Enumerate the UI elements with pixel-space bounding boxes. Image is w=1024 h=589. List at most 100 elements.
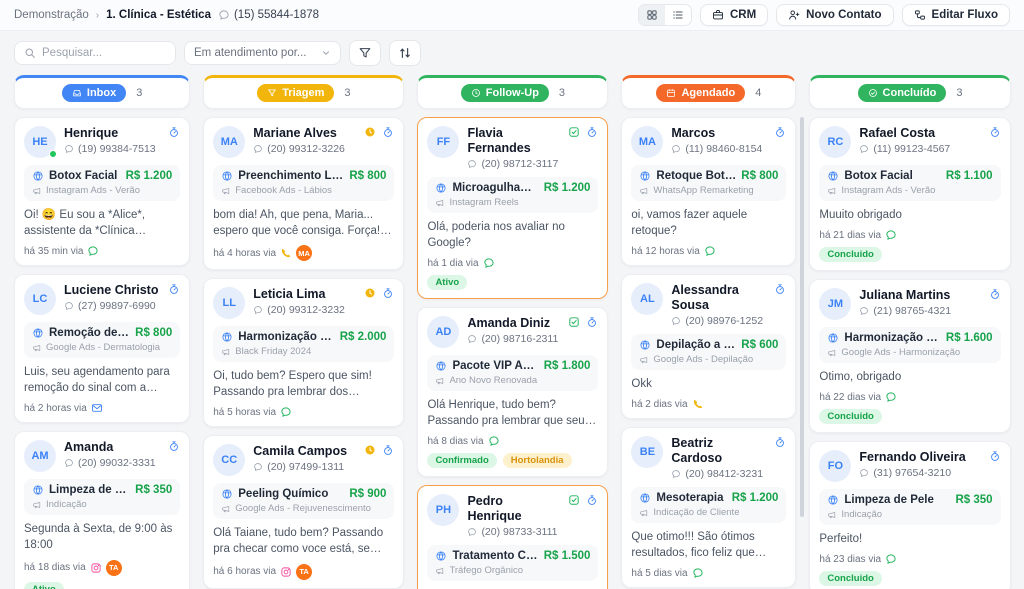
contact-phone-number: (20) 97499-1311 bbox=[267, 461, 344, 473]
column-header-inbox[interactable]: Inbox3 bbox=[14, 75, 190, 109]
contact-info: Luciene Christo(27) 99897-6990 bbox=[64, 283, 160, 312]
stopwatch-icon[interactable] bbox=[382, 444, 394, 456]
contact-card-fernando-oliveira[interactable]: FOFernando Oliveira(31) 97654-3210Limpez… bbox=[809, 441, 1010, 589]
attendant-filter-select[interactable]: Em atendimento por... bbox=[184, 41, 341, 65]
contact-card-flavia-fernandes[interactable]: FFFlavia Fernandes(20) 98712-3117Microag… bbox=[417, 117, 608, 299]
service-price: R$ 800 bbox=[135, 327, 172, 339]
chat-icon bbox=[859, 468, 869, 478]
stopwatch-icon[interactable] bbox=[774, 126, 786, 138]
checkbox-icon[interactable] bbox=[568, 126, 580, 138]
novo-contato-button[interactable]: Novo Contato bbox=[776, 4, 893, 26]
card-footer: há 2 dias via bbox=[631, 398, 786, 410]
contact-card-luciene-christo[interactable]: LCLuciene Christo(27) 99897-6990Remoção … bbox=[14, 274, 190, 423]
stopwatch-icon[interactable] bbox=[382, 287, 394, 299]
search-input[interactable] bbox=[42, 47, 166, 59]
contact-phone: (20) 98976-1252 bbox=[671, 315, 766, 327]
contact-card-alessandra-sousa[interactable]: ALAlessandra Sousa(20) 98976-1252Depilaç… bbox=[621, 274, 796, 419]
lead-source-label: Indicação de Cliente bbox=[653, 507, 739, 518]
list-view-button[interactable] bbox=[665, 5, 691, 25]
lead-source-label: Black Friday 2024 bbox=[235, 346, 311, 357]
contact-phone: (20) 99312-3232 bbox=[253, 304, 356, 316]
contact-card-pedro-henrique[interactable]: PHPedro Henrique(20) 98733-3111Tratament… bbox=[417, 485, 608, 589]
lead-source: Instagram Reels bbox=[435, 197, 590, 208]
stopwatch-icon[interactable] bbox=[586, 494, 598, 506]
checkbox-icon[interactable] bbox=[568, 494, 580, 506]
filter-button[interactable] bbox=[349, 40, 381, 66]
clock-icon[interactable] bbox=[364, 287, 376, 299]
tag-list: ConfirmadoHortolandia bbox=[427, 453, 598, 468]
clock-icon[interactable] bbox=[364, 126, 376, 138]
instagram-icon bbox=[90, 562, 102, 574]
megaphone-icon bbox=[639, 355, 649, 365]
stopwatch-icon[interactable] bbox=[989, 288, 1001, 300]
breadcrumb-root[interactable]: Demonstração bbox=[14, 9, 89, 21]
stopwatch-icon[interactable] bbox=[168, 126, 180, 138]
sort-button[interactable] bbox=[389, 40, 421, 66]
contact-card-rafael-costa[interactable]: RCRafael Costa(11) 99123-4567Botox Facia… bbox=[809, 117, 1010, 271]
contact-card-marcos[interactable]: MAMarcos(11) 98460-8154Retoque BotoxR$ 8… bbox=[621, 117, 796, 266]
avatar: PH bbox=[427, 494, 459, 526]
lead-source-label: WhatsApp Remarketing bbox=[653, 185, 753, 196]
service-box: Peeling QuímicoR$ 900Google Ads - Rejuve… bbox=[213, 483, 394, 519]
lead-source-label: Instagram Ads - Verão bbox=[46, 185, 140, 196]
contact-card-mariane-alves[interactable]: MAMariane Alves(20) 99312-3226Preenchime… bbox=[203, 117, 404, 270]
funnel-icon bbox=[358, 46, 372, 60]
chat-icon bbox=[671, 316, 681, 326]
contact-card-leticia-lima[interactable]: LLLeticia Lima(20) 99312-3232Harmonizaçã… bbox=[203, 278, 404, 427]
search-box[interactable] bbox=[14, 41, 176, 65]
contact-card-henrique[interactable]: HEHenrique(19) 99384-7513Botox FacialR$ … bbox=[14, 117, 190, 266]
card-header: HEHenrique(19) 99384-7513 bbox=[24, 126, 180, 158]
contact-card-amanda-diniz[interactable]: ADAmanda Diniz(20) 98716-2311Pacote VIP … bbox=[417, 307, 608, 477]
avatar: HE bbox=[24, 126, 56, 158]
tag-list: Ativo bbox=[427, 275, 598, 290]
card-footer: há 35 min via bbox=[24, 245, 180, 257]
kanban-view-button[interactable] bbox=[639, 5, 665, 25]
stopwatch-icon[interactable] bbox=[774, 436, 786, 448]
checkbox-icon[interactable] bbox=[568, 316, 580, 328]
column-header-concluido[interactable]: Concluído3 bbox=[809, 75, 1010, 109]
lead-source: Facebook Ads - Lábios bbox=[221, 185, 386, 196]
service-box: Retoque BotoxR$ 800WhatsApp Remarketing bbox=[631, 165, 786, 201]
service-price: R$ 1.200 bbox=[544, 182, 591, 194]
contact-card-camila-campos[interactable]: CCCamila Campos(20) 97499-1311Peeling Qu… bbox=[203, 435, 404, 588]
column-scrollbar[interactable] bbox=[800, 117, 804, 517]
column-header-triagem[interactable]: Triagem3 bbox=[203, 75, 404, 109]
editar-fluxo-button[interactable]: Editar Fluxo bbox=[902, 4, 1010, 26]
avatar: AM bbox=[24, 440, 56, 472]
stopwatch-icon[interactable] bbox=[989, 126, 1001, 138]
contact-card-juliana-martins[interactable]: JMJuliana Martins(21) 98765-4321Harmoniz… bbox=[809, 279, 1010, 433]
card-action-icons bbox=[989, 126, 1001, 138]
contact-card-amanda[interactable]: AMAmanda(20) 99032-3331Limpeza de PeleR$… bbox=[14, 431, 190, 589]
service-box: MesoterapiaR$ 1.200Indicação de Cliente bbox=[631, 487, 786, 523]
stopwatch-icon[interactable] bbox=[586, 126, 598, 138]
chat-icon bbox=[488, 435, 500, 447]
megaphone-icon bbox=[435, 198, 445, 208]
contact-card-beatriz-cardoso[interactable]: BEBeatriz Cardoso(20) 98412-3231Mesotera… bbox=[621, 427, 796, 588]
stopwatch-icon[interactable] bbox=[774, 283, 786, 295]
chat-icon bbox=[885, 553, 897, 565]
stopwatch-icon[interactable] bbox=[168, 283, 180, 295]
stopwatch-icon[interactable] bbox=[168, 440, 180, 452]
service-icon bbox=[639, 339, 651, 351]
lead-source-label: Google Ads - Dermatologia bbox=[46, 342, 160, 353]
tag-list: Concluido bbox=[819, 247, 1000, 262]
column-header-agendado[interactable]: Agendado4 bbox=[621, 75, 796, 109]
search-icon bbox=[24, 47, 36, 59]
briefcase-icon bbox=[712, 9, 724, 21]
stopwatch-icon[interactable] bbox=[989, 450, 1001, 462]
clock-icon[interactable] bbox=[364, 444, 376, 456]
stopwatch-icon[interactable] bbox=[382, 126, 394, 138]
contact-info: Alessandra Sousa(20) 98976-1252 bbox=[671, 283, 766, 327]
novo-contato-button-label: Novo Contato bbox=[806, 9, 881, 21]
lead-source-label: Facebook Ads - Lábios bbox=[235, 185, 332, 196]
column-header-follow-up[interactable]: Follow-Up3 bbox=[417, 75, 608, 109]
instagram-icon bbox=[280, 566, 292, 578]
stopwatch-icon[interactable] bbox=[586, 316, 598, 328]
time-ago: há 35 min via bbox=[24, 246, 83, 257]
last-message-preview: Perfeito! bbox=[819, 531, 1000, 547]
crm-button[interactable]: CRM bbox=[700, 4, 768, 26]
breadcrumb-current[interactable]: 1. Clínica - Estética bbox=[106, 9, 211, 21]
tag-list: Concluido bbox=[819, 571, 1000, 586]
card-action-icons bbox=[364, 126, 394, 138]
contact-phone-number: (20) 99032-3331 bbox=[78, 457, 156, 469]
